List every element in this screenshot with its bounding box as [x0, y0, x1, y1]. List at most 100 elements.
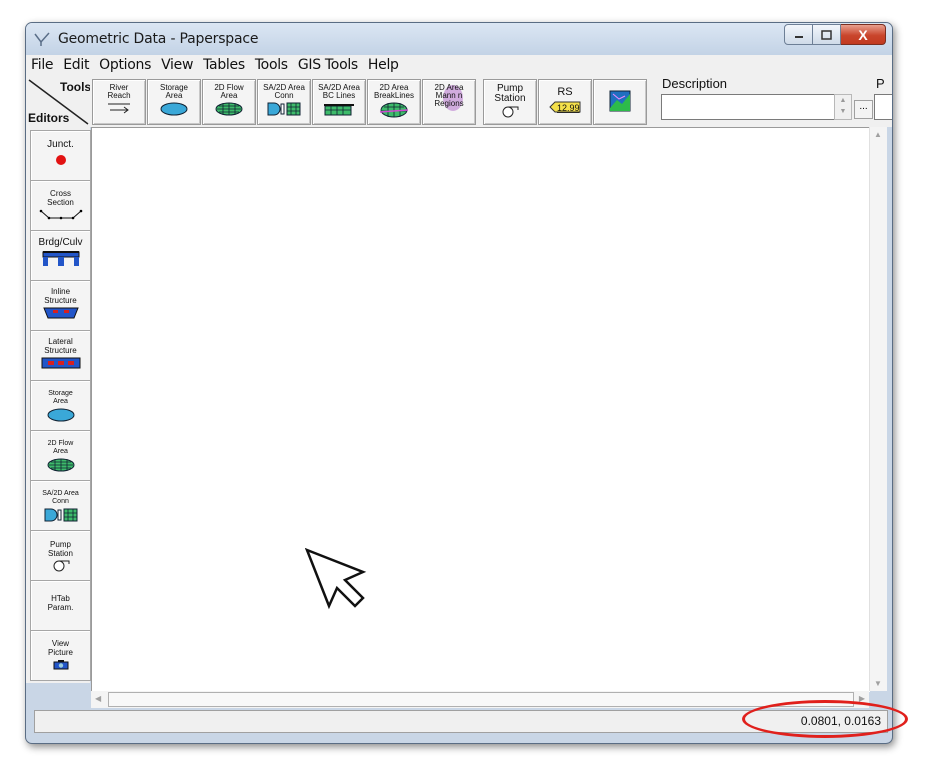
editor-storage-area-button[interactable]: Storage Area — [30, 380, 91, 431]
editor-bridge-culvert-button[interactable]: Brdg/Culv — [30, 230, 91, 281]
editor-view-picture-button[interactable]: View Picture — [30, 630, 91, 681]
horizontal-scrollbar[interactable]: ◀ ▶ — [91, 691, 869, 708]
minimize-button[interactable] — [784, 24, 813, 45]
window-title: Geometric Data - Paperspace — [58, 31, 259, 47]
editor-cross-section-button[interactable]: Cross Section — [30, 180, 91, 231]
editor-cross-section-label: Cross Section — [47, 189, 74, 207]
editor-inline-structure-label: Inline Structure — [44, 287, 77, 305]
menu-gis-tools[interactable]: GIS Tools — [293, 57, 363, 73]
lateral-structure-icon — [41, 357, 80, 369]
editor-2d-flow-area-button[interactable]: 2D Flow Area — [30, 430, 91, 481]
breaklines-icon — [379, 102, 409, 118]
sa-2d-conn-icon — [267, 102, 301, 116]
p-label: P — [876, 76, 885, 91]
editor-htab-param-label: HTab Param. — [47, 594, 74, 612]
menu-edit[interactable]: Edit — [58, 57, 94, 73]
mannings-regions-label: 2D Area Mann n Regions — [434, 83, 464, 108]
geometric-data-window: Geometric Data - Paperspace X File Edit … — [25, 22, 893, 744]
caption-buttons: X — [784, 24, 886, 45]
svg-text:12.99: 12.99 — [557, 103, 580, 113]
pump-icon — [53, 560, 69, 572]
title-bar[interactable]: Geometric Data - Paperspace X — [26, 23, 892, 55]
inline-structure-icon — [42, 307, 79, 319]
camera-icon — [53, 660, 68, 670]
menu-help[interactable]: Help — [363, 57, 404, 73]
horizontal-scroll-thumb[interactable] — [108, 692, 854, 707]
bc-lines-button[interactable]: SA/2D Area BC Lines — [312, 79, 366, 125]
map-picture-icon — [609, 90, 631, 112]
scroll-left-icon[interactable]: ◀ — [95, 694, 101, 703]
storage-area-icon — [160, 102, 188, 116]
menu-tools[interactable]: Tools — [250, 57, 293, 73]
storage-area-button[interactable]: Storage Area — [147, 79, 201, 125]
breaklines-button[interactable]: 2D Area BreakLines — [367, 79, 421, 125]
storage-area-icon — [47, 408, 74, 422]
storage-area-label: Storage Area — [159, 83, 189, 100]
2d-flow-area-button[interactable]: 2D Flow Area — [202, 79, 256, 125]
arrow-right-icon — [108, 103, 130, 114]
editor-storage-area-label: Storage Area — [48, 390, 73, 405]
sa-2d-conn-button[interactable]: SA/2D Area Conn — [257, 79, 311, 125]
editor-2d-flow-area-label: 2D Flow Area — [47, 440, 74, 455]
2d-flow-area-icon — [215, 102, 243, 116]
pump-icon — [502, 106, 519, 118]
description-field[interactable] — [661, 94, 838, 120]
menu-bar: File Edit Options View Tables Tools GIS … — [26, 55, 892, 75]
editor-sa-2d-conn-label: SA/2D Area Conn — [42, 490, 79, 505]
editor-inline-structure-button[interactable]: Inline Structure — [30, 280, 91, 331]
pump-station-label: Pump Station — [494, 83, 526, 104]
maximize-button[interactable] — [813, 24, 841, 45]
chevron-up-icon: ▲ — [839, 97, 847, 104]
river-station-button[interactable]: RS 12.99 — [538, 79, 592, 125]
editor-pump-station-label: Pump Station — [48, 540, 73, 558]
bridge-culvert-icon — [42, 251, 79, 266]
minimize-icon — [794, 35, 803, 38]
coordinates-highlight-circle — [742, 700, 908, 738]
river-station-label: RS — [557, 86, 573, 98]
mouse-cursor-icon — [305, 548, 367, 610]
editor-bridge-culvert-label: Brdg/Culv — [38, 237, 83, 248]
editor-sa-2d-conn-button[interactable]: SA/2D Area Conn — [30, 480, 91, 531]
2d-flow-area-icon — [47, 458, 74, 472]
sa-2d-conn-icon — [44, 508, 77, 522]
tools-editors-corner: Tools Editors — [28, 79, 90, 125]
editor-htab-param-button[interactable]: HTab Param. — [30, 580, 91, 631]
editors-label: Editors — [28, 111, 70, 125]
mannings-regions-button[interactable]: 2D Area Mann n Regions — [422, 79, 476, 125]
scroll-down-icon[interactable]: ▼ — [874, 679, 882, 688]
sa-2d-conn-label: SA/2D Area Conn — [263, 83, 305, 100]
cross-section-icon — [39, 209, 82, 220]
description-more-button[interactable]: ... — [854, 100, 873, 119]
breaklines-label: 2D Area BreakLines — [373, 83, 415, 100]
bc-lines-label: SA/2D Area BC Lines — [318, 83, 360, 100]
scroll-up-icon[interactable]: ▲ — [874, 130, 882, 139]
editor-junction-button[interactable]: Junct. — [30, 130, 91, 181]
2d-flow-area-label: 2D Flow Area — [214, 83, 244, 100]
description-label: Description — [662, 76, 728, 91]
description-spinner[interactable]: ▲ ▼ — [834, 94, 852, 120]
junction-dot-icon — [55, 155, 66, 165]
editor-lateral-structure-label: Lateral Structure — [44, 337, 77, 355]
menu-view[interactable]: View — [156, 57, 198, 73]
menu-options[interactable]: Options — [94, 57, 156, 73]
river-reach-button[interactable]: River Reach — [92, 79, 146, 125]
close-button[interactable]: X — [841, 24, 886, 45]
editor-lateral-structure-button[interactable]: Lateral Structure — [30, 330, 91, 381]
editors-sidebar: Junct. Cross Section Brdg/Culv Inline St… — [26, 127, 91, 683]
app-icon — [34, 32, 50, 46]
geometry-canvas[interactable] — [91, 127, 870, 692]
menu-tables[interactable]: Tables — [198, 57, 250, 73]
menu-file[interactable]: File — [26, 57, 58, 73]
vertical-scrollbar[interactable]: ▲ ▼ — [869, 127, 887, 691]
pump-station-button[interactable]: Pump Station — [483, 79, 537, 125]
editor-pump-station-button[interactable]: Pump Station — [30, 530, 91, 581]
close-icon: X — [858, 26, 868, 43]
chevron-down-icon: ▼ — [839, 108, 847, 115]
p-field[interactable] — [874, 94, 892, 120]
tools-label: Tools — [60, 80, 90, 94]
editor-junction-label: Junct. — [47, 139, 74, 150]
river-station-tag-icon: 12.99 — [549, 101, 581, 113]
bc-lines-icon — [324, 104, 354, 116]
river-reach-label: River Reach — [107, 83, 131, 100]
georeference-picture-button[interactable] — [593, 79, 647, 125]
